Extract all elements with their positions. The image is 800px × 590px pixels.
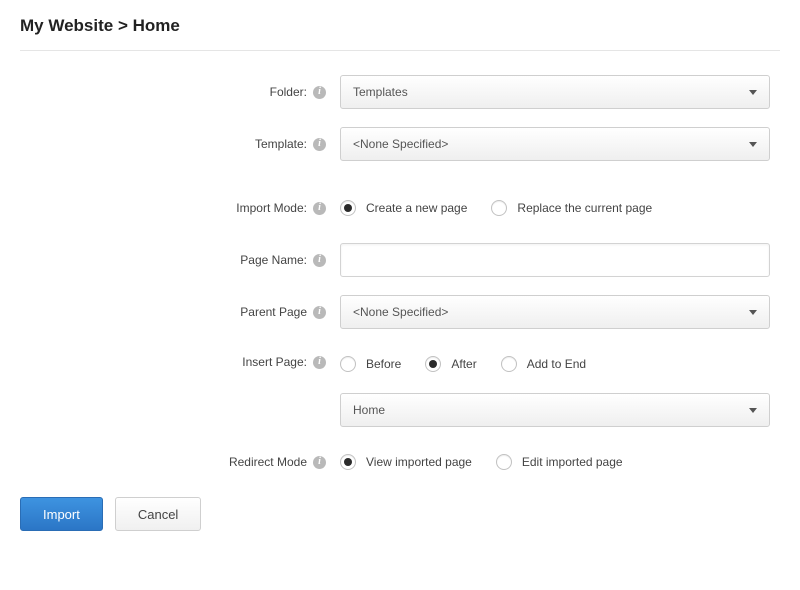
radio-icon: [340, 200, 356, 216]
radio-label: Replace the current page: [517, 201, 652, 215]
import-button-label: Import: [43, 507, 80, 522]
info-icon[interactable]: i: [313, 202, 326, 215]
import-mode-create-option[interactable]: Create a new page: [340, 200, 467, 216]
chevron-down-icon: [749, 90, 757, 95]
import-button[interactable]: Import: [20, 497, 103, 531]
insert-target-select[interactable]: Home: [340, 393, 770, 427]
chevron-down-icon: [749, 408, 757, 413]
breadcrumb-site: My Website: [20, 16, 113, 35]
parent-page-select-value: <None Specified>: [353, 305, 448, 319]
info-icon[interactable]: i: [313, 86, 326, 99]
folder-select-value: Templates: [353, 85, 408, 99]
insert-page-label: Insert Page:: [242, 355, 307, 369]
radio-icon: [425, 356, 441, 372]
divider: [20, 50, 780, 51]
template-label: Template:: [255, 137, 307, 151]
info-icon[interactable]: i: [313, 306, 326, 319]
chevron-down-icon: [749, 142, 757, 147]
radio-label: View imported page: [366, 455, 472, 469]
insert-before-option[interactable]: Before: [340, 356, 401, 372]
radio-label: After: [451, 357, 476, 371]
info-icon[interactable]: i: [313, 254, 326, 267]
radio-label: Add to End: [527, 357, 586, 371]
import-mode-replace-option[interactable]: Replace the current page: [491, 200, 652, 216]
info-icon[interactable]: i: [313, 456, 326, 469]
parent-page-select[interactable]: <None Specified>: [340, 295, 770, 329]
template-select[interactable]: <None Specified>: [340, 127, 770, 161]
redirect-edit-option[interactable]: Edit imported page: [496, 454, 623, 470]
radio-icon: [496, 454, 512, 470]
chevron-down-icon: [749, 310, 757, 315]
folder-select[interactable]: Templates: [340, 75, 770, 109]
breadcrumb: My Website > Home: [20, 16, 780, 50]
insert-end-option[interactable]: Add to End: [501, 356, 586, 372]
breadcrumb-sep: >: [118, 16, 128, 35]
insert-after-option[interactable]: After: [425, 356, 476, 372]
breadcrumb-page: Home: [133, 16, 180, 35]
radio-icon: [491, 200, 507, 216]
cancel-button[interactable]: Cancel: [115, 497, 201, 531]
info-icon[interactable]: i: [313, 356, 326, 369]
radio-label: Before: [366, 357, 401, 371]
folder-label: Folder:: [270, 85, 307, 99]
insert-target-value: Home: [353, 403, 385, 417]
parent-page-label: Parent Page: [240, 305, 307, 319]
radio-icon: [340, 454, 356, 470]
redirect-view-option[interactable]: View imported page: [340, 454, 472, 470]
import-mode-label: Import Mode:: [236, 201, 307, 215]
info-icon[interactable]: i: [313, 138, 326, 151]
radio-icon: [340, 356, 356, 372]
radio-label: Create a new page: [366, 201, 467, 215]
radio-icon: [501, 356, 517, 372]
radio-label: Edit imported page: [522, 455, 623, 469]
template-select-value: <None Specified>: [353, 137, 448, 151]
page-name-label: Page Name:: [240, 253, 307, 267]
redirect-mode-label: Redirect Mode: [229, 455, 307, 469]
page-name-input[interactable]: [340, 243, 770, 277]
cancel-button-label: Cancel: [138, 507, 178, 522]
